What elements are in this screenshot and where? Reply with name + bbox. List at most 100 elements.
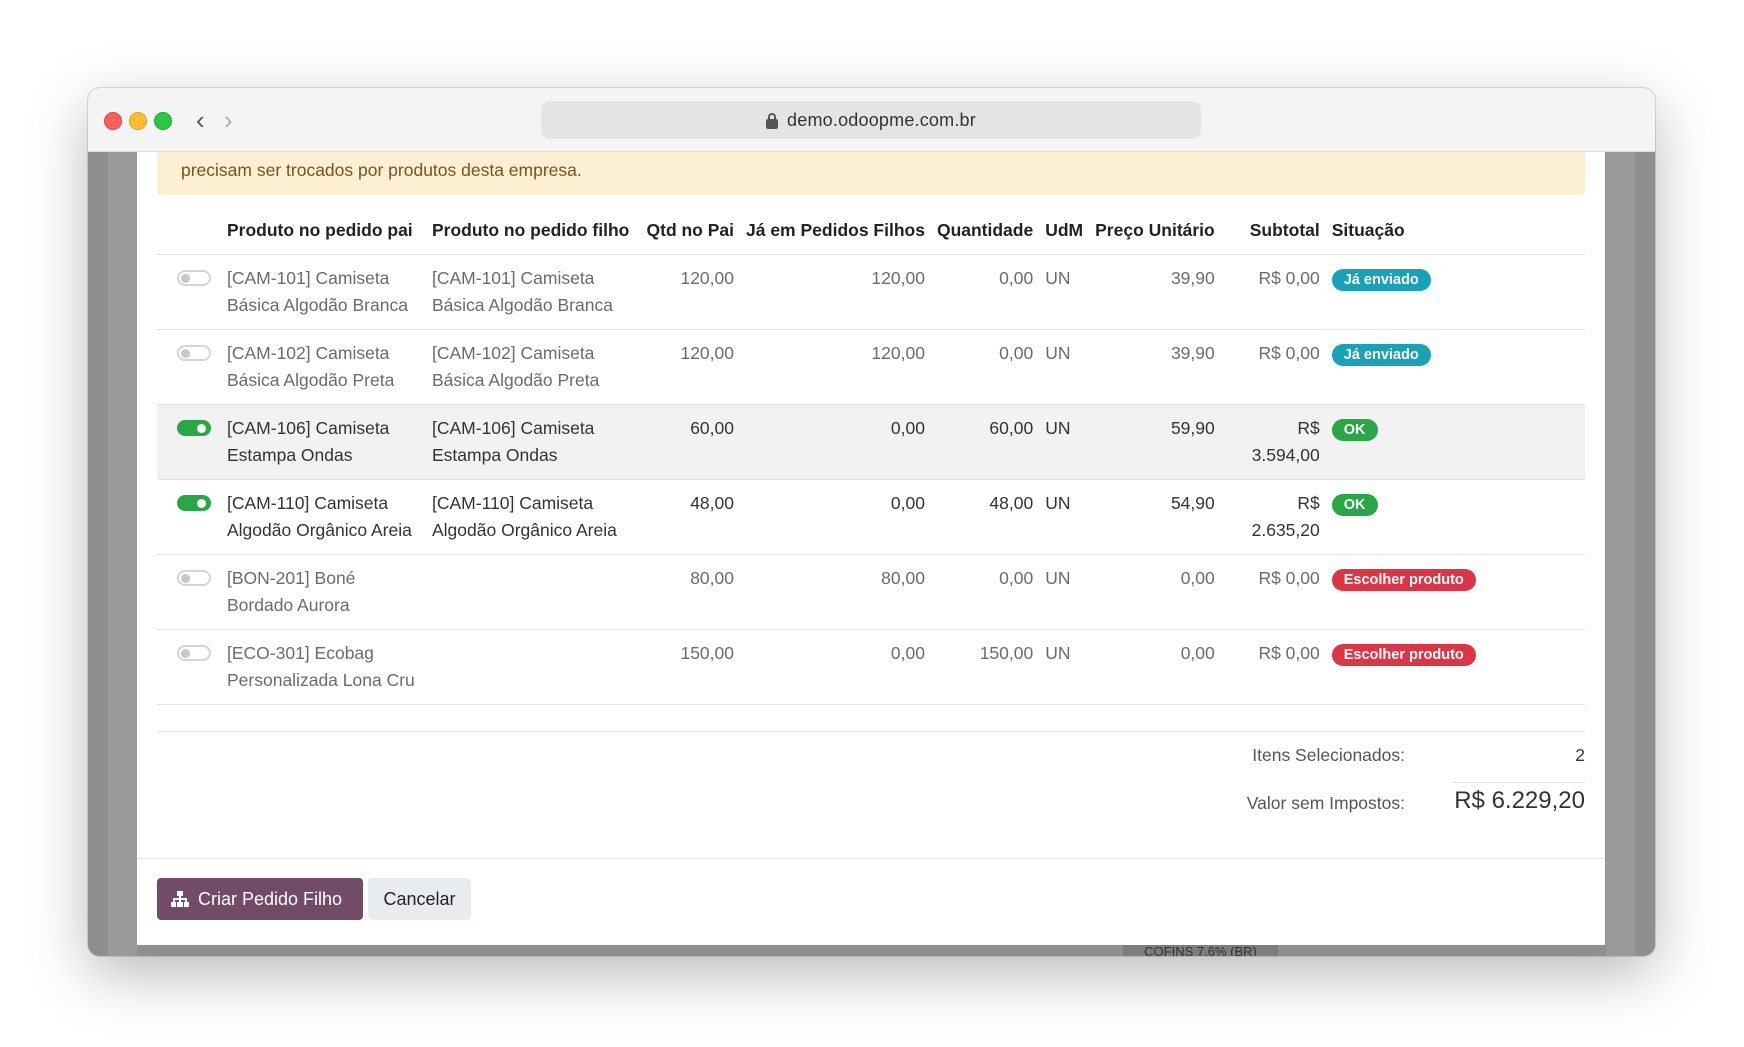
child-product-cell[interactable]	[426, 554, 640, 630]
header-child-product[interactable]: Produto no pedido filho	[426, 207, 640, 255]
cancel-button[interactable]: Cancelar	[368, 878, 471, 920]
unit-price-cell: 39,90	[1089, 254, 1221, 330]
uom-cell: UN	[1039, 479, 1090, 555]
header-subtotal[interactable]: Subtotal	[1220, 207, 1326, 255]
unit-price-cell: 0,00	[1089, 554, 1221, 630]
qty-parent-cell: 80,00	[640, 554, 740, 630]
forward-arrow-icon[interactable]: ›	[224, 105, 233, 135]
table-header-row: Produto no pedido pai Produto no pedido …	[157, 207, 1585, 255]
table-row[interactable]: [CAM-106] Camiseta Estampa Ondas [CAM-10…	[157, 404, 1585, 480]
create-child-order-button[interactable]: Criar Pedido Filho	[157, 878, 363, 920]
unit-price-cell: 59,90	[1089, 404, 1221, 480]
already-cell: 80,00	[740, 554, 931, 630]
browser-window: ‹ › demo.odoopme.com.br COFINS 7,6% (BR)…	[88, 88, 1655, 956]
header-qty-parent[interactable]: Qtd no Pai	[640, 207, 740, 255]
status-badge: Já enviado	[1331, 344, 1431, 366]
header-select	[157, 207, 221, 255]
sitemap-icon	[171, 891, 189, 907]
subtotal-cell: R$ 0,00	[1220, 629, 1326, 705]
selected-items-label: Itens Selecionados:	[1252, 745, 1405, 765]
table-row[interactable]: [BON-201] Boné Bordado Aurora 80,00 80,0…	[157, 554, 1585, 630]
address-bar[interactable]: demo.odoopme.com.br	[541, 101, 1201, 139]
unit-price-cell: 39,90	[1089, 329, 1221, 405]
uom-cell: UN	[1039, 329, 1090, 405]
select-toggle[interactable]	[177, 570, 211, 586]
subtotal-cell: R$ 0,00	[1220, 554, 1326, 630]
already-cell: 0,00	[740, 479, 931, 555]
status-badge: OK	[1331, 494, 1378, 516]
table-row[interactable]: [ECO-301] Ecobag Personalizada Lona Cru …	[157, 629, 1585, 705]
select-toggle[interactable]	[177, 645, 211, 661]
select-toggle[interactable]	[177, 345, 211, 361]
already-cell: 120,00	[740, 254, 931, 330]
already-cell: 120,00	[740, 329, 931, 405]
header-parent-product[interactable]: Produto no pedido pai	[221, 207, 426, 255]
untaxed-amount-value: R$ 6.229,20	[1453, 782, 1585, 815]
minimize-window-button[interactable]	[129, 112, 147, 130]
quantity-cell[interactable]: 0,00	[930, 554, 1040, 630]
status-badge: Escolher produto	[1331, 644, 1476, 666]
close-window-button[interactable]	[104, 112, 122, 130]
child-product-cell[interactable]	[426, 629, 640, 705]
parent-product-cell: [CAM-110] Camiseta Algodão Orgânico Arei…	[221, 479, 426, 555]
parent-product-cell: [CAM-102] Camiseta Básica Algodão Preta	[221, 329, 426, 405]
back-arrow-icon[interactable]: ‹	[196, 105, 205, 135]
child-product-cell[interactable]: [CAM-102] Camiseta Básica Algodão Preta	[426, 329, 640, 405]
header-already-in-children[interactable]: Já em Pedidos Filhos	[740, 207, 931, 255]
status-badge: OK	[1331, 419, 1378, 441]
qty-parent-cell: 120,00	[640, 329, 740, 405]
qty-parent-cell: 120,00	[640, 254, 740, 330]
child-product-cell[interactable]: [CAM-110] Camiseta Algodão Orgânico Arei…	[426, 479, 640, 555]
unit-price-cell: 0,00	[1089, 629, 1221, 705]
qty-parent-cell: 150,00	[640, 629, 740, 705]
quantity-cell[interactable]: 60,00	[930, 404, 1040, 480]
selected-items-value: 2	[1575, 745, 1585, 765]
parent-product-cell: [CAM-106] Camiseta Estampa Ondas	[221, 404, 426, 480]
parent-product-cell: [ECO-301] Ecobag Personalizada Lona Cru	[221, 629, 426, 705]
header-unit-price[interactable]: Preço Unitário	[1089, 207, 1221, 255]
uom-cell: UN	[1039, 254, 1090, 330]
header-uom[interactable]: UdM	[1039, 207, 1090, 255]
page-viewport: COFINS 7,6% (BR) precisam ser trocados p…	[88, 152, 1655, 956]
child-product-cell[interactable]: [CAM-106] Camiseta Estampa Ondas	[426, 404, 640, 480]
already-cell: 0,00	[740, 629, 931, 705]
select-toggle[interactable]	[177, 495, 211, 511]
url-text: demo.odoopme.com.br	[787, 109, 976, 130]
parent-product-cell: [BON-201] Boné Bordado Aurora	[221, 554, 426, 630]
quantity-cell[interactable]: 0,00	[930, 329, 1040, 405]
qty-parent-cell: 48,00	[640, 479, 740, 555]
background-panel-left	[108, 152, 137, 956]
parent-product-cell: [CAM-101] Camiseta Básica Algodão Branca	[221, 254, 426, 330]
subtotal-cell: R$ 0,00	[1220, 254, 1326, 330]
select-toggle[interactable]	[177, 270, 211, 286]
table-row[interactable]: [CAM-110] Camiseta Algodão Orgânico Arei…	[157, 479, 1585, 555]
uom-cell: UN	[1039, 554, 1090, 630]
qty-parent-cell: 60,00	[640, 404, 740, 480]
table-row[interactable]: [CAM-101] Camiseta Básica Algodão Branca…	[157, 254, 1585, 330]
footer-divider	[137, 858, 1605, 859]
table-row[interactable]: [CAM-102] Camiseta Básica Algodão Preta …	[157, 329, 1585, 405]
totals-divider	[157, 731, 1585, 732]
status-badge: Escolher produto	[1331, 569, 1476, 591]
select-toggle[interactable]	[177, 420, 211, 436]
order-lines-table: Produto no pedido pai Produto no pedido …	[157, 207, 1585, 705]
maximize-window-button[interactable]	[154, 112, 172, 130]
header-status[interactable]: Situação	[1325, 207, 1585, 255]
quantity-cell[interactable]: 150,00	[930, 629, 1040, 705]
subtotal-cell: R$ 3.594,00	[1220, 404, 1326, 480]
background-panel-right	[1606, 152, 1635, 956]
uom-cell: UN	[1039, 629, 1090, 705]
browser-titlebar: ‹ › demo.odoopme.com.br	[88, 88, 1655, 152]
unit-price-cell: 54,90	[1089, 479, 1221, 555]
subtotal-cell: R$ 0,00	[1220, 329, 1326, 405]
header-quantity[interactable]: Quantidade	[930, 207, 1040, 255]
subtotal-cell: R$ 2.635,20	[1220, 479, 1326, 555]
create-child-order-label: Criar Pedido Filho	[198, 889, 343, 909]
quantity-cell[interactable]: 0,00	[930, 254, 1040, 330]
background-tax-label: COFINS 7,6% (BR)	[1123, 944, 1278, 956]
child-product-cell[interactable]: [CAM-101] Camiseta Básica Algodão Branca	[426, 254, 640, 330]
quantity-cell[interactable]: 48,00	[930, 479, 1040, 555]
lock-icon	[766, 113, 779, 129]
warning-alert: precisam ser trocados por produtos desta…	[157, 152, 1585, 195]
uom-cell: UN	[1039, 404, 1090, 480]
